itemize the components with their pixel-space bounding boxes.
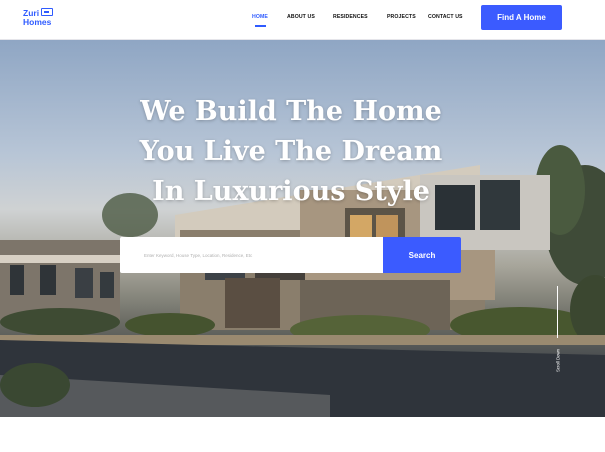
find-a-home-button[interactable]: Find A Home <box>481 5 562 30</box>
search-button[interactable]: Search <box>383 237 461 273</box>
nav-item-projects[interactable]: PROJECTS <box>387 14 416 20</box>
nav-item-contact-us[interactable]: CONTACT US <box>428 14 463 20</box>
brand-logo[interactable]: Zuri Homes <box>23 8 53 27</box>
nav-item-home[interactable]: HOME <box>252 14 268 20</box>
hero-headline: We Build The Home You Live The Dream In … <box>0 92 582 212</box>
scroll-indicator-line <box>557 286 558 338</box>
nav-active-indicator <box>255 25 266 27</box>
headline-line-2: You Live The Dream <box>139 136 443 167</box>
nav-item-about-us[interactable]: ABOUT US <box>287 14 315 20</box>
headline-line-3: In Luxurious Style <box>152 176 430 207</box>
nav-item-residences[interactable]: RESIDENCES <box>333 14 368 20</box>
search-input[interactable] <box>120 237 383 273</box>
site-header: Zuri Homes HOME ABOUT US RESIDENCES PROJ… <box>0 0 605 40</box>
scroll-down-label[interactable]: Scroll Down <box>556 343 561 379</box>
headline-line-1: We Build The Home <box>140 96 442 127</box>
logo-house-icon <box>41 8 53 16</box>
hero-section: We Build The Home You Live The Dream In … <box>0 40 605 417</box>
hero-search-bar: Search <box>120 237 461 273</box>
brand-line-2: Homes <box>23 16 52 27</box>
